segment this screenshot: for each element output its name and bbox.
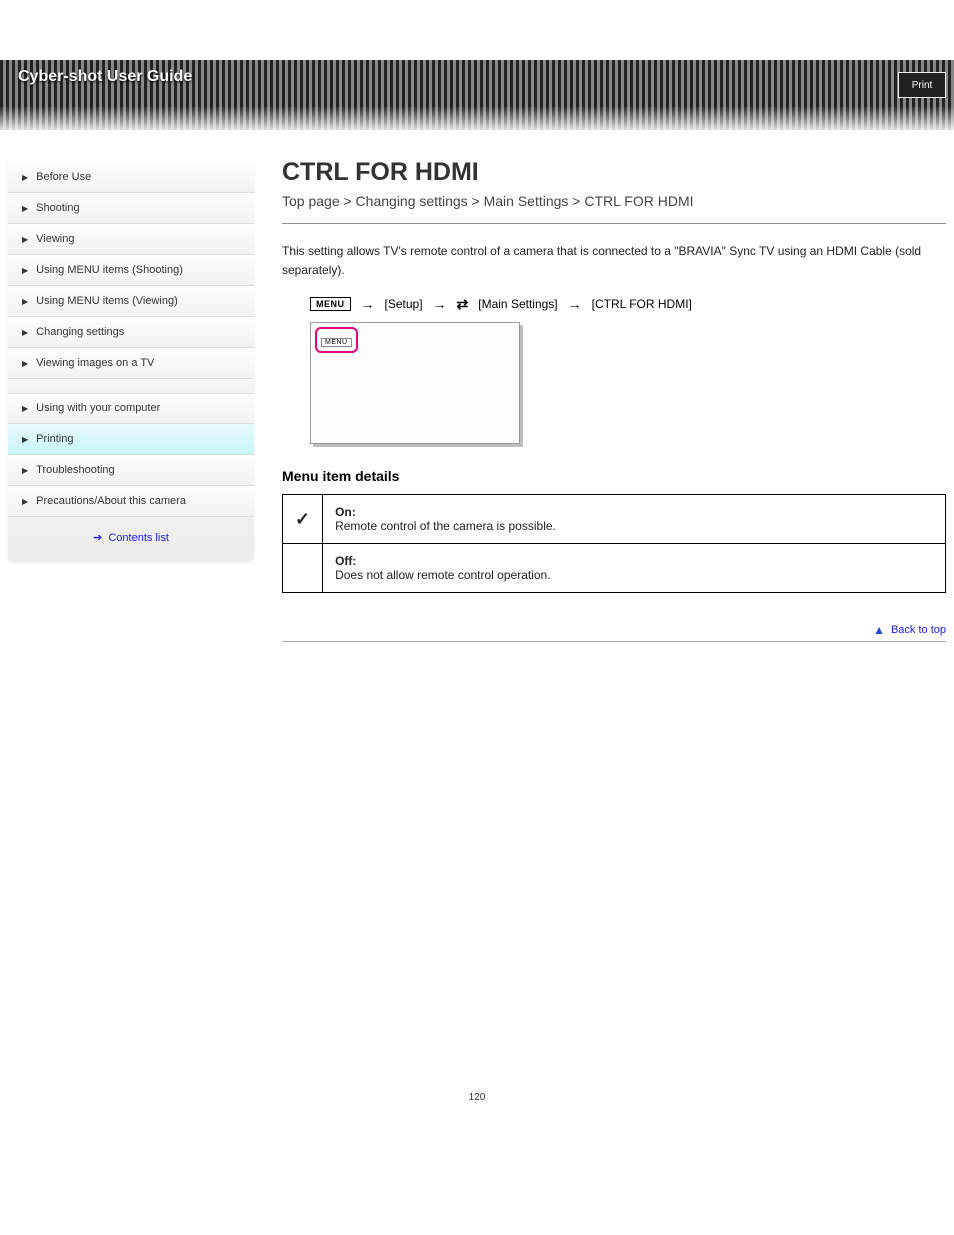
sidebar-item-printing[interactable]: ▶ Printing	[8, 424, 254, 455]
chevron-right-icon: ▶	[22, 328, 28, 337]
sidebar-item-label: Troubleshooting	[36, 464, 114, 476]
chevron-right-icon: ▶	[22, 204, 28, 213]
sidebar-item-label: Before Use	[36, 171, 91, 183]
chevron-right-icon: ▶	[22, 266, 28, 275]
sidebar-item-label: Using with your computer	[36, 402, 160, 414]
back-to-top-link[interactable]: ▲ Back to top	[873, 623, 946, 637]
option-off: Off: Does not allow remote control opera…	[323, 544, 946, 593]
sidebar-item-label: Precautions/About this camera	[36, 495, 186, 507]
check-icon: ✓	[283, 495, 323, 544]
header-bar: Cyber-shot User Guide Print	[0, 60, 954, 130]
section-heading: Menu item details	[282, 468, 946, 484]
main-content: CTRL FOR HDMI Top page > Changing settin…	[254, 162, 946, 642]
sidebar-item-precautions[interactable]: ▶ Precautions/About this camera	[8, 486, 254, 517]
table-row: ✓ On: Remote control of the camera is po…	[283, 495, 946, 544]
triangle-up-icon: ▲	[873, 623, 885, 637]
transfer-icon: ⇄	[457, 297, 469, 311]
sidebar-item-menu-viewing[interactable]: ▶ Using MENU items (Viewing)	[8, 286, 254, 317]
option-on: On: Remote control of the camera is poss…	[323, 495, 946, 544]
arrow-right-icon: →	[361, 296, 375, 312]
options-table: ✓ On: Remote control of the camera is po…	[282, 494, 946, 593]
sidebar-item-computer[interactable]: ▶ Using with your computer	[8, 379, 254, 424]
sidebar-item-menu-shooting[interactable]: ▶ Using MENU items (Shooting)	[8, 255, 254, 286]
page-number: 120	[0, 1092, 954, 1123]
sidebar-item-label: Changing settings	[36, 326, 124, 338]
breadcrumb: Top page > Changing settings > Main Sett…	[282, 193, 946, 209]
sidebar-item-label: Viewing images on a TV	[36, 357, 154, 369]
chevron-right-icon: ▶	[22, 404, 28, 413]
chevron-right-icon: ▶	[22, 497, 28, 506]
menu-highlight: MENU	[315, 327, 358, 353]
description-text: This setting allows TV's remote control …	[282, 242, 946, 280]
print-button[interactable]: Print	[898, 72, 946, 98]
sidebar-item-label: Shooting	[36, 202, 79, 214]
divider	[282, 223, 946, 224]
option-off-desc: Does not allow remote control operation.	[335, 568, 550, 582]
arrow-right-icon: →	[433, 296, 447, 312]
chevron-right-icon: ▶	[22, 297, 28, 306]
path-main-settings: [Main Settings]	[478, 297, 557, 311]
contents-list-link[interactable]: ➔ Contents list	[8, 517, 254, 562]
camera-screen-mock: MENU	[310, 322, 520, 444]
sidebar-item-tv[interactable]: ▶ Viewing images on a TV	[8, 348, 254, 379]
header-gradient	[0, 106, 954, 130]
sidebar-item-label: Viewing	[36, 233, 74, 245]
path-setup: [Setup]	[385, 297, 423, 311]
option-on-label: On:	[335, 505, 356, 519]
contents-list-label: Contents list	[108, 532, 169, 544]
sidebar: ▶ Before Use ▶ Shooting ▶ Viewing ▶ Using ME…	[8, 162, 254, 562]
chevron-right-icon: ▶	[22, 435, 28, 444]
path-item: [CTRL FOR HDMI]	[592, 297, 692, 311]
menu-button-icon: MENU	[310, 297, 351, 311]
arrow-right-icon: ➔	[93, 531, 102, 544]
print-label: Print	[912, 80, 933, 91]
option-off-label: Off:	[335, 554, 356, 568]
empty-cell	[283, 544, 323, 593]
sidebar-item-troubleshooting[interactable]: ▶ Troubleshooting	[8, 455, 254, 486]
menu-badge-label: MENU	[321, 338, 352, 347]
sidebar-item-label: Using MENU items (Viewing)	[36, 295, 178, 307]
chevron-right-icon: ▶	[22, 359, 28, 368]
chevron-right-icon: ▶	[22, 235, 28, 244]
table-row: Off: Does not allow remote control opera…	[283, 544, 946, 593]
page-title: CTRL FOR HDMI	[282, 158, 946, 187]
sidebar-item-label: Printing	[36, 433, 73, 445]
option-on-desc: Remote control of the camera is possible…	[335, 519, 556, 533]
sidebar-item-changing-settings[interactable]: ▶ Changing settings	[8, 317, 254, 348]
menu-path: MENU → [Setup] → ⇄ [Main Settings] → [CT…	[310, 296, 946, 312]
sidebar-item-shooting[interactable]: ▶ Shooting	[8, 193, 254, 224]
arrow-right-icon: →	[568, 296, 582, 312]
chevron-right-icon: ▶	[22, 466, 28, 475]
header-title: Cyber-shot User Guide	[18, 68, 192, 86]
sidebar-item-before-use[interactable]: ▶ Before Use	[8, 162, 254, 193]
sidebar-item-viewing[interactable]: ▶ Viewing	[8, 224, 254, 255]
sidebar-item-label: Using MENU items (Shooting)	[36, 264, 183, 276]
chevron-right-icon: ▶	[22, 173, 28, 182]
back-to-top-label: Back to top	[891, 624, 946, 636]
footer-divider	[282, 641, 946, 642]
